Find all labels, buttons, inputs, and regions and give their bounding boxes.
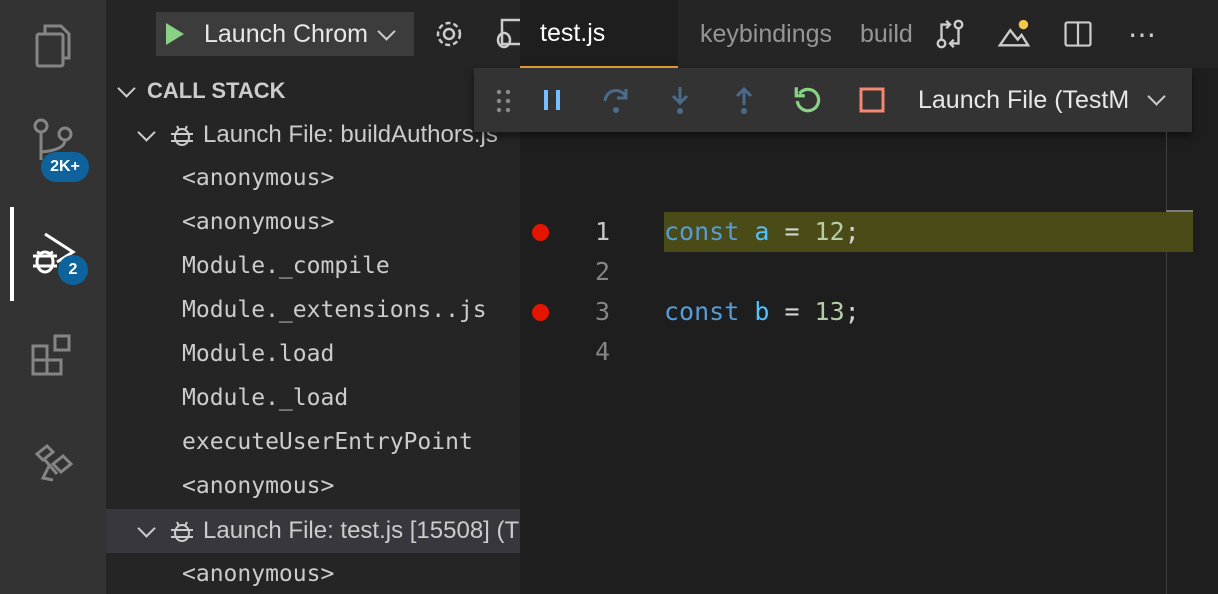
number-literal: 12 — [814, 217, 845, 246]
remote-explorer-icon[interactable] — [0, 422, 106, 502]
code-line-1[interactable]: const a = 12; — [664, 212, 860, 252]
number-literal: 13 — [814, 297, 845, 326]
step-into-icon[interactable] — [660, 80, 700, 120]
chevron-down-icon — [117, 78, 136, 98]
thread-item[interactable]: Launch File: test.js [15508] (T — [106, 509, 520, 553]
line-number: 2 — [594, 257, 610, 286]
code-line-3[interactable]: const b = 13; — [664, 292, 860, 332]
debug-session-select[interactable]: Launch File (TestM — [918, 68, 1166, 132]
variable: a — [754, 217, 770, 246]
run-debug-icon[interactable] — [0, 212, 106, 292]
compare-changes-icon[interactable] — [930, 14, 970, 54]
scm-badge: 2K+ — [41, 152, 89, 182]
chevron-down-icon — [377, 21, 396, 41]
debug-badge: 2 — [58, 255, 88, 285]
operator: = — [769, 217, 815, 246]
line-number: 1 — [594, 217, 610, 246]
drag-handle-icon[interactable] — [494, 86, 514, 116]
debug-session-label: Launch File (TestM — [918, 86, 1130, 114]
editor-tab-bar: test.js keybindings build ⋯ — [520, 0, 1218, 68]
section-title: CALL STACK — [147, 78, 286, 103]
semicolon: ; — [844, 297, 860, 326]
variable: b — [754, 297, 770, 326]
breakpoint-icon[interactable] — [532, 224, 549, 241]
tab-keybindings[interactable]: keybindings — [700, 0, 840, 68]
step-over-icon[interactable] — [596, 80, 636, 120]
chevron-down-icon — [1147, 87, 1166, 106]
chevron-down-icon — [137, 122, 156, 142]
pause-icon[interactable] — [532, 80, 572, 120]
extensions-icon[interactable] — [0, 318, 106, 398]
stack-frame[interactable]: <anonymous> — [182, 552, 334, 594]
stack-frame[interactable]: executeUserEntryPoint — [182, 420, 473, 464]
line-number: 3 — [594, 297, 610, 326]
more-actions-icon[interactable]: ⋯ — [1122, 14, 1162, 54]
bug-icon — [169, 122, 195, 148]
explorer-icon[interactable] — [0, 6, 106, 86]
tab-label: build — [860, 19, 913, 48]
stack-frame[interactable]: Module._compile — [182, 244, 390, 288]
operator: = — [769, 297, 815, 326]
editor-ruler — [1166, 132, 1167, 594]
start-debug-icon[interactable] — [166, 23, 184, 45]
tab-label: keybindings — [700, 19, 833, 48]
chevron-down-icon — [137, 518, 156, 538]
keyword: const — [664, 217, 740, 246]
stack-frame[interactable]: Module._extensions..js — [182, 288, 487, 332]
breakpoint-icon[interactable] — [532, 304, 549, 321]
split-editor-icon[interactable] — [1058, 14, 1098, 54]
line-number: 4 — [594, 337, 610, 366]
keyword: const — [664, 297, 740, 326]
tab-label: test.js — [540, 18, 606, 47]
stop-icon[interactable] — [852, 80, 892, 120]
stack-frame[interactable]: <anonymous> — [182, 200, 334, 244]
debug-sidebar: Launch Chrom CALL STACK Launch File: bui… — [106, 0, 520, 594]
debug-console-icon[interactable] — [494, 16, 520, 52]
debug-toolbar: Launch File (TestM — [474, 68, 1192, 132]
tab-build[interactable]: build — [860, 0, 916, 68]
thread-item[interactable]: Launch File: buildAuthors.js — [106, 113, 520, 157]
bug-icon — [169, 518, 195, 544]
stack-frame[interactable]: <anonymous> — [182, 464, 334, 508]
debug-sidebar-toolbar: Launch Chrom — [106, 0, 520, 68]
call-stack-header[interactable]: CALL STACK — [106, 72, 520, 110]
thread-label: Launch File: test.js [15508] (T — [203, 517, 520, 544]
stack-frame[interactable]: Module._load — [182, 376, 348, 420]
launch-config-select[interactable]: Launch Chrom — [156, 12, 414, 56]
step-out-icon[interactable] — [724, 80, 764, 120]
thread-label: Launch File: buildAuthors.js — [203, 121, 498, 148]
activity-bar: 2K+ 2 — [0, 0, 106, 594]
tab-test-js[interactable]: test.js — [520, 0, 678, 68]
launch-config-label: Launch Chrom — [204, 19, 368, 48]
stack-frame[interactable]: <anonymous> — [182, 156, 334, 200]
gear-icon[interactable] — [432, 17, 466, 51]
preview-image-icon[interactable] — [994, 14, 1034, 54]
semicolon: ; — [844, 217, 860, 246]
restart-icon[interactable] — [788, 80, 828, 120]
stack-frame[interactable]: Module.load — [182, 332, 334, 376]
